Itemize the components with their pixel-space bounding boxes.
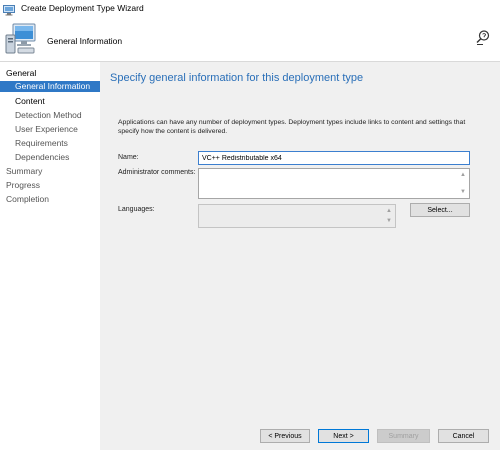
nav-step-user-experience[interactable]: User Experience bbox=[0, 124, 100, 134]
languages-label: Languages: bbox=[118, 206, 155, 213]
content-pane: Specify general information for this dep… bbox=[100, 62, 500, 420]
scroll-down-icon[interactable]: ▼ bbox=[460, 189, 466, 195]
nav-step-completion[interactable]: Completion bbox=[6, 194, 49, 204]
cancel-button[interactable]: Cancel bbox=[438, 429, 489, 443]
admin-comments-label: Administrator comments: bbox=[118, 169, 196, 176]
page-title: General Information bbox=[47, 36, 123, 46]
scroll-up-icon[interactable]: ▲ bbox=[460, 172, 466, 178]
nav-step-requirements[interactable]: Requirements bbox=[0, 138, 100, 148]
computer-icon bbox=[4, 21, 38, 55]
wizard-steps-nav: General General Information Content Dete… bbox=[0, 62, 100, 450]
languages-field: ▲ ▼ bbox=[198, 204, 396, 228]
nav-step-dependencies[interactable]: Dependencies bbox=[0, 152, 100, 162]
wizard-header: General Information bbox=[0, 17, 500, 61]
wizard-window: Create Deployment Type Wizard General In… bbox=[0, 0, 500, 450]
nav-step-detection-method[interactable]: Detection Method bbox=[0, 110, 100, 120]
description-text: Applications can have any number of depl… bbox=[118, 119, 466, 135]
nav-step-general[interactable]: General bbox=[6, 68, 36, 78]
section-heading: Specify general information for this dep… bbox=[110, 72, 364, 84]
nav-step-summary[interactable]: Summary bbox=[6, 166, 42, 176]
window-title: Create Deployment Type Wizard bbox=[21, 3, 144, 13]
scroll-up-icon: ▲ bbox=[386, 208, 392, 214]
wizard-button-bar: < Previous Next > Summary Cancel bbox=[100, 420, 500, 450]
nav-step-general-information[interactable]: General Information bbox=[0, 81, 100, 92]
nav-step-content[interactable]: Content bbox=[0, 96, 100, 106]
summary-button: Summary bbox=[377, 429, 430, 443]
wizard-icon bbox=[3, 3, 15, 15]
name-input[interactable] bbox=[198, 151, 470, 165]
previous-button[interactable]: < Previous bbox=[260, 429, 310, 443]
admin-comments-field[interactable]: ▲ ▼ bbox=[198, 168, 470, 199]
next-button[interactable]: Next > bbox=[318, 429, 369, 443]
scroll-down-icon: ▼ bbox=[386, 218, 392, 224]
select-languages-button[interactable]: Select... bbox=[410, 203, 470, 217]
help-icon[interactable] bbox=[476, 30, 490, 46]
name-label: Name: bbox=[118, 154, 139, 161]
title-bar: Create Deployment Type Wizard bbox=[0, 0, 500, 16]
nav-step-progress[interactable]: Progress bbox=[6, 180, 40, 190]
